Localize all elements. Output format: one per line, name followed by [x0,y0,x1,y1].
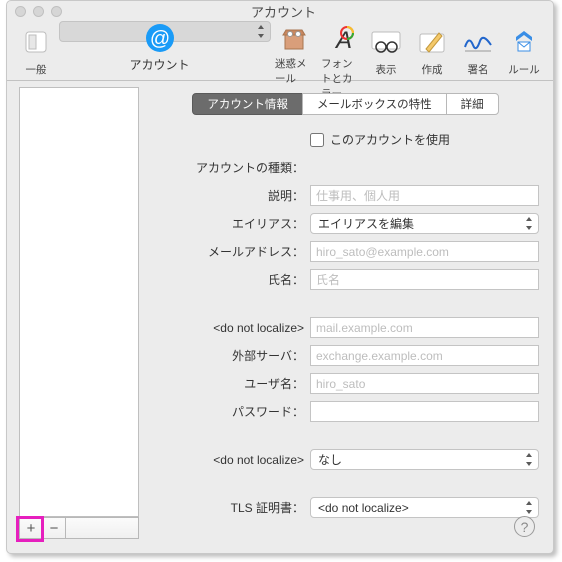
description-field[interactable] [310,185,539,206]
sidebar-controls: + − [19,517,139,539]
email-field[interactable] [310,241,539,262]
toolbar-general[interactable]: 一般 [13,21,59,80]
tab-advanced[interactable]: 詳細 [446,93,499,115]
username-field[interactable] [310,373,539,394]
toolbar-label: 作成 [422,62,443,77]
toolbar-label: 一般 [26,62,47,77]
help-button[interactable]: ? [514,516,535,537]
pass-label: パスワード： [152,403,310,420]
trash-icon [275,24,313,54]
toolbar-junk[interactable]: 迷惑メール [271,21,317,80]
close-icon[interactable] [15,6,26,17]
external-server-field[interactable] [310,345,539,366]
svg-text:A: A [334,27,352,54]
alias-label: エイリアス： [152,215,310,232]
toolbar: 一般 @ アカウント 迷惑メール A フォントとカラー 表示 作成 署名 ルール [7,21,553,81]
rules-icon [505,24,543,60]
glasses-icon [367,24,405,60]
fonts-icon: A [321,24,359,54]
minimize-icon[interactable] [33,6,44,17]
incoming-label: <do not localize> [152,321,310,335]
remove-account-button[interactable]: − [42,517,66,539]
tab-account-info[interactable]: アカウント情報 [192,93,303,115]
form-panel: アカウント情報 メールボックスの特性 詳細 このアカウントを使用 アカウントの種… [152,87,539,539]
preferences-window: アカウント 一般 @ アカウント 迷惑メール A フォントとカラー 表示 作成 [6,0,554,554]
toolbar-label: アカウント [129,56,189,73]
outgoing-label: <do not localize> [152,453,310,467]
desc-label: 説明： [152,187,310,204]
traffic-lights [15,6,62,17]
toolbar-label: ルール [508,62,540,77]
tls-select[interactable]: <do not localize> [310,497,539,518]
toolbar-label: 署名 [468,62,489,77]
pencil-icon [413,24,451,60]
enable-label: このアカウントを使用 [330,131,450,148]
toolbar-viewing[interactable]: 表示 [363,21,409,80]
titlebar: アカウント [7,1,553,21]
fullname-field[interactable] [310,269,539,290]
toolbar-composing[interactable]: 作成 [409,21,455,80]
fullname-label: 氏名： [152,271,310,288]
toolbar-label: 表示 [376,62,397,77]
svg-text:@: @ [149,28,169,50]
user-label: ユーザ名： [152,375,310,392]
type-label: アカウントの種類： [152,159,310,176]
alias-select[interactable]: エイリアスを編集 [310,213,539,234]
toolbar-accounts[interactable]: @ アカウント [59,21,271,42]
outgoing-select[interactable]: なし [310,449,539,470]
password-field[interactable] [310,401,539,422]
toolbar-fonts[interactable]: A フォントとカラー [317,21,363,80]
zoom-icon[interactable] [51,6,62,17]
switch-icon [17,24,55,60]
account-list[interactable] [19,87,139,517]
sidebar-spacer [66,517,139,539]
toolbar-rules[interactable]: ルール [501,21,547,80]
window-title: アカウント [62,2,505,21]
at-icon: @ [141,22,179,54]
external-label: 外部サーバ： [152,347,310,364]
content: + − アカウント情報 メールボックスの特性 詳細 このアカウントを使用 アカウ… [7,81,553,553]
add-account-button[interactable]: + [19,517,43,539]
tls-label: TLS 証明書： [152,499,310,516]
tab-mailbox[interactable]: メールボックスの特性 [302,93,447,115]
toolbar-signatures[interactable]: 署名 [455,21,501,80]
email-label: メールアドレス： [152,243,310,260]
incoming-server-field[interactable] [310,317,539,338]
tabs: アカウント情報 メールボックスの特性 詳細 [152,93,539,115]
signature-icon [459,24,497,60]
enable-account-checkbox[interactable]: このアカウントを使用 [310,131,539,148]
